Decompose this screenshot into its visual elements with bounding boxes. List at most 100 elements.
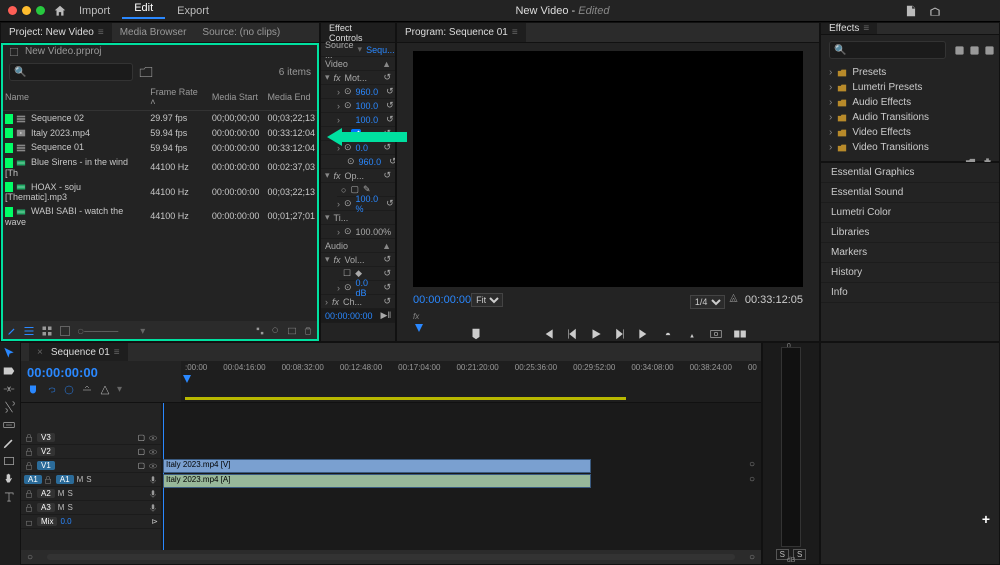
video-track-header[interactable]: V2▢ — [21, 445, 161, 459]
scalew-value[interactable]: 100.0 — [356, 115, 379, 125]
volume-effect[interactable]: Vol... — [345, 255, 365, 265]
col-end[interactable]: Media End — [263, 84, 319, 111]
project-bin[interactable]: Name Frame Rate ˄ Media Start Media End … — [1, 84, 319, 321]
resolution-dropdown[interactable]: 1/4 — [690, 295, 725, 309]
button-editor-icon[interactable]: + — [982, 511, 990, 527]
go-to-in-icon[interactable] — [541, 327, 555, 341]
scale-value[interactable]: 100.0 — [356, 101, 379, 111]
fit-dropdown[interactable]: Fit — [471, 293, 503, 307]
home-icon[interactable] — [53, 4, 67, 18]
timeline-ruler[interactable]: :00:0000:04:16:0000:08:32:0000:12:48:000… — [181, 361, 761, 402]
fx-32-icon[interactable] — [969, 45, 980, 56]
fx-badge-icon[interactable] — [954, 45, 965, 56]
razor-tool-icon[interactable] — [2, 400, 16, 414]
sync-lock-a-icon[interactable]: ○ — [749, 474, 755, 485]
timeline-timecode[interactable]: 00:00:00:00 — [27, 365, 175, 380]
play-icon[interactable] — [589, 327, 603, 341]
quick-export-icon[interactable] — [904, 4, 918, 18]
effects-folder[interactable]: ›Lumetri Presets — [821, 80, 999, 95]
pen-tool-icon[interactable] — [2, 436, 16, 450]
panel-shortcut[interactable]: Info — [821, 283, 999, 303]
video-clip[interactable]: Italy 2023.mp4 [V] — [163, 459, 591, 473]
fx-yuv-icon[interactable] — [984, 45, 995, 56]
pen-icon[interactable] — [7, 324, 17, 338]
type-tool-icon[interactable] — [2, 490, 16, 504]
extract-icon[interactable] — [685, 327, 699, 341]
timeline-track-area[interactable]: Italy 2023.mp4 [V] Italy 2023.mp4 [A] ○ … — [161, 403, 761, 550]
col-fps[interactable]: Frame Rate ˄ — [146, 84, 208, 111]
tab-effects[interactable]: Effects ≡ — [821, 23, 877, 34]
uniform-scale-checkbox[interactable] — [347, 126, 364, 142]
rectangle-tool-icon[interactable] — [2, 454, 16, 468]
step-back-icon[interactable] — [565, 327, 579, 341]
col-name[interactable]: Name — [1, 84, 146, 111]
new-bin-icon[interactable] — [139, 65, 153, 79]
add-marker-icon[interactable] — [469, 327, 483, 341]
speed-value[interactable]: 100.00% — [356, 227, 392, 237]
settings-icon[interactable] — [728, 291, 739, 305]
project-item[interactable]: Sequence 0159.94 fps00:00:00:0000:33:12:… — [1, 140, 319, 155]
audio-track-header[interactable]: A3MS — [21, 501, 161, 515]
marker-tool-icon[interactable] — [63, 384, 75, 396]
ripple-tool-icon[interactable] — [2, 382, 16, 396]
export-frame-icon[interactable] — [709, 327, 723, 341]
project-item[interactable]: Sequence 0229.97 fps00;00;00;0000;03;22;… — [1, 111, 319, 126]
close-window-icon[interactable] — [8, 6, 17, 15]
panel-shortcut[interactable]: Markers — [821, 243, 999, 263]
audio-track-header[interactable]: A2MS — [21, 487, 161, 501]
slip-tool-icon[interactable] — [2, 418, 16, 432]
audio-track-header[interactable]: Mix0.0⊳ — [21, 515, 161, 529]
mark-in-icon[interactable] — [493, 327, 507, 341]
list-view-icon[interactable] — [23, 324, 35, 338]
audio-clip[interactable]: Italy 2023.mp4 [A] — [163, 474, 591, 488]
col-start[interactable]: Media Start — [208, 84, 264, 111]
maximize-icon[interactable] — [976, 4, 990, 18]
zoom-in-icon[interactable]: ○ — [749, 552, 755, 563]
trash-icon[interactable] — [303, 324, 313, 338]
new-item-icon[interactable] — [287, 324, 297, 338]
video-track-header[interactable]: V1▢ — [21, 459, 161, 473]
motion-effect[interactable]: Mot... — [345, 73, 368, 83]
project-search-input[interactable]: 🔍 — [9, 63, 133, 81]
effects-folder[interactable]: ›Audio Transitions — [821, 110, 999, 125]
freeform-view-icon[interactable] — [59, 324, 71, 338]
zoom-window-icon[interactable] — [36, 6, 45, 15]
effects-folder[interactable]: ›Presets — [821, 65, 999, 80]
snap-icon[interactable] — [27, 384, 39, 396]
tab-sequence[interactable]: ×Sequence 01 ≡ — [29, 343, 128, 361]
project-item[interactable]: WABI SABI - watch the wave44100 Hz00:00:… — [1, 204, 319, 229]
audio-track-header[interactable]: A1A1MS — [21, 473, 161, 487]
step-forward-icon[interactable] — [613, 327, 627, 341]
seq-link[interactable]: Sequ... — [366, 45, 395, 55]
zoom-out-icon[interactable]: ○ — [27, 552, 33, 563]
opacity-effect[interactable]: Op... — [345, 171, 365, 181]
effctrl-timecode[interactable]: 00:00:00:00 — [325, 311, 373, 321]
video-track-header[interactable]: V3▢ — [21, 431, 161, 445]
mark-out-icon[interactable] — [517, 327, 531, 341]
project-item[interactable]: HOAX - soju [Thematic].mp344100 Hz00:00:… — [1, 180, 319, 205]
automate-icon[interactable] — [255, 324, 265, 338]
channel-effect[interactable]: Ch... — [343, 297, 362, 307]
rotation-value[interactable]: 0.0 — [356, 143, 369, 153]
comparison-icon[interactable] — [733, 327, 747, 341]
go-to-out-icon[interactable] — [637, 327, 651, 341]
bypass-checkbox[interactable]: ☐ — [343, 268, 351, 279]
lift-icon[interactable] — [661, 327, 675, 341]
settings-tl-icon[interactable] — [99, 384, 111, 396]
tab-edit[interactable]: Edit — [122, 2, 165, 19]
program-tc-left[interactable]: 00:00:00:00 — [413, 294, 471, 306]
project-item[interactable]: Italy 2023.mp459.94 fps00:00:00:0000:33:… — [1, 126, 319, 141]
tab-import[interactable]: Import — [67, 5, 122, 17]
timeline-scrollbar[interactable] — [47, 554, 735, 560]
tab-program[interactable]: Program: Sequence 01 ≡ — [397, 23, 526, 42]
project-item[interactable]: Blue Sirens - in the wind [Th44100 Hz00:… — [1, 155, 319, 180]
sync-lock-v-icon[interactable]: ○ — [749, 459, 755, 470]
panel-shortcut[interactable]: Essential Graphics — [821, 163, 999, 183]
effects-folder[interactable]: ›Video Effects — [821, 125, 999, 140]
tab-export[interactable]: Export — [165, 5, 221, 17]
time-remap[interactable]: Ti... — [334, 213, 349, 223]
share-icon[interactable] — [928, 4, 942, 18]
effects-folder[interactable]: ›Video Transitions — [821, 140, 999, 155]
mask-ellipse-icon[interactable]: ○ — [341, 185, 346, 195]
minimize-window-icon[interactable] — [22, 6, 31, 15]
